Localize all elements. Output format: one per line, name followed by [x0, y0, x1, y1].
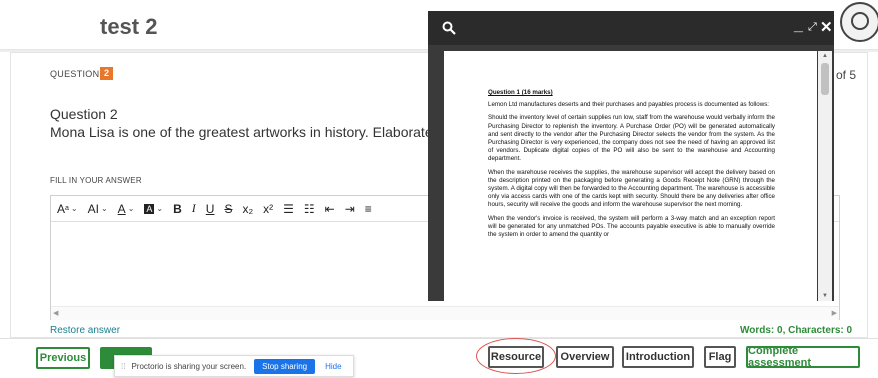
- restore-answer-link[interactable]: Restore answer: [50, 325, 120, 336]
- font-size-dropdown[interactable]: Aa ⌄: [57, 199, 78, 219]
- share-message: Proctorio is sharing your screen.: [131, 361, 247, 371]
- indent-icon[interactable]: ⇥: [345, 199, 355, 219]
- strikethrough-button[interactable]: S: [224, 199, 232, 219]
- editor-horizontal-scrollbar[interactable]: ◀ ▶: [51, 306, 839, 320]
- resource-viewer: _ ⤢ ✕ Question 1 (16 marks) Lemon Ltd ma…: [428, 11, 834, 301]
- bold-button[interactable]: B: [173, 199, 182, 219]
- superscript-button[interactable]: x²: [263, 199, 273, 219]
- previous-button[interactable]: Previous: [36, 347, 90, 369]
- minimize-icon[interactable]: _: [794, 17, 803, 35]
- question-number-badge: 2: [100, 67, 113, 80]
- complete-assessment-button[interactable]: Complete assessment: [746, 345, 860, 369]
- document-heading: Question 1 (16 marks): [488, 89, 553, 96]
- maximize-icon[interactable]: ⤢: [808, 21, 817, 34]
- document-paragraph: Should the inventory level of certain su…: [488, 114, 775, 163]
- answer-label: FILL IN YOUR ANSWER: [50, 176, 142, 185]
- question-label: QUESTION: [50, 69, 100, 79]
- scroll-down-icon[interactable]: ▼: [822, 293, 828, 299]
- word-count: Words: 0, Characters: 0: [740, 325, 853, 336]
- question-count: of 5: [836, 68, 857, 82]
- overview-button[interactable]: Overview: [556, 346, 614, 368]
- screen-share-banner: ⁞⁞ Proctorio is sharing your screen. Sto…: [114, 355, 354, 377]
- document-page: Question 1 (16 marks) Lemon Ltd manufact…: [444, 51, 817, 301]
- viewer-scrollbar[interactable]: ▲ ▼: [818, 51, 832, 301]
- resource-highlight-circle: [476, 338, 556, 374]
- search-icon[interactable]: [442, 21, 456, 35]
- introduction-button[interactable]: Introduction: [622, 346, 694, 368]
- font-color-dropdown[interactable]: A ⌄: [118, 199, 135, 219]
- outdent-icon[interactable]: ⇤: [325, 199, 335, 219]
- underline-button[interactable]: U: [206, 199, 215, 219]
- flag-button[interactable]: Flag: [704, 346, 736, 368]
- webcam-avatar-icon[interactable]: [840, 2, 878, 42]
- question-text: Mona Lisa is one of the greatest artwork…: [50, 124, 430, 140]
- page-title: test 2: [100, 14, 158, 39]
- scroll-up-icon[interactable]: ▲: [822, 53, 828, 59]
- document-paragraph: Lemon Ltd manufactures deserts and their…: [488, 101, 770, 109]
- bullet-list-icon[interactable]: ☰: [283, 199, 294, 219]
- drag-handle-icon[interactable]: ⁞⁞: [121, 362, 125, 371]
- align-icon[interactable]: ≡: [365, 199, 372, 219]
- hide-banner-link[interactable]: Hide: [325, 362, 341, 371]
- viewer-titlebar: _ ⤢ ✕: [428, 11, 834, 45]
- scroll-right-icon[interactable]: ▶: [832, 309, 837, 317]
- scroll-left-icon[interactable]: ◀: [53, 309, 58, 317]
- question-title: Question 2: [50, 106, 118, 122]
- scrollbar-thumb[interactable]: [821, 63, 829, 95]
- document-paragraph: When the vendor's invoice is received, t…: [488, 214, 775, 239]
- document-paragraph: When the warehouse receives the supplies…: [488, 168, 775, 209]
- italic-button[interactable]: I: [192, 199, 196, 219]
- stop-sharing-button[interactable]: Stop sharing: [254, 358, 316, 374]
- numbered-list-icon[interactable]: ☷: [304, 199, 315, 219]
- subscript-button[interactable]: x₂: [242, 199, 253, 219]
- font-family-dropdown[interactable]: AI ⌄: [88, 199, 108, 219]
- close-icon[interactable]: ✕: [820, 18, 833, 36]
- highlight-color-dropdown[interactable]: A ⌄: [144, 199, 163, 219]
